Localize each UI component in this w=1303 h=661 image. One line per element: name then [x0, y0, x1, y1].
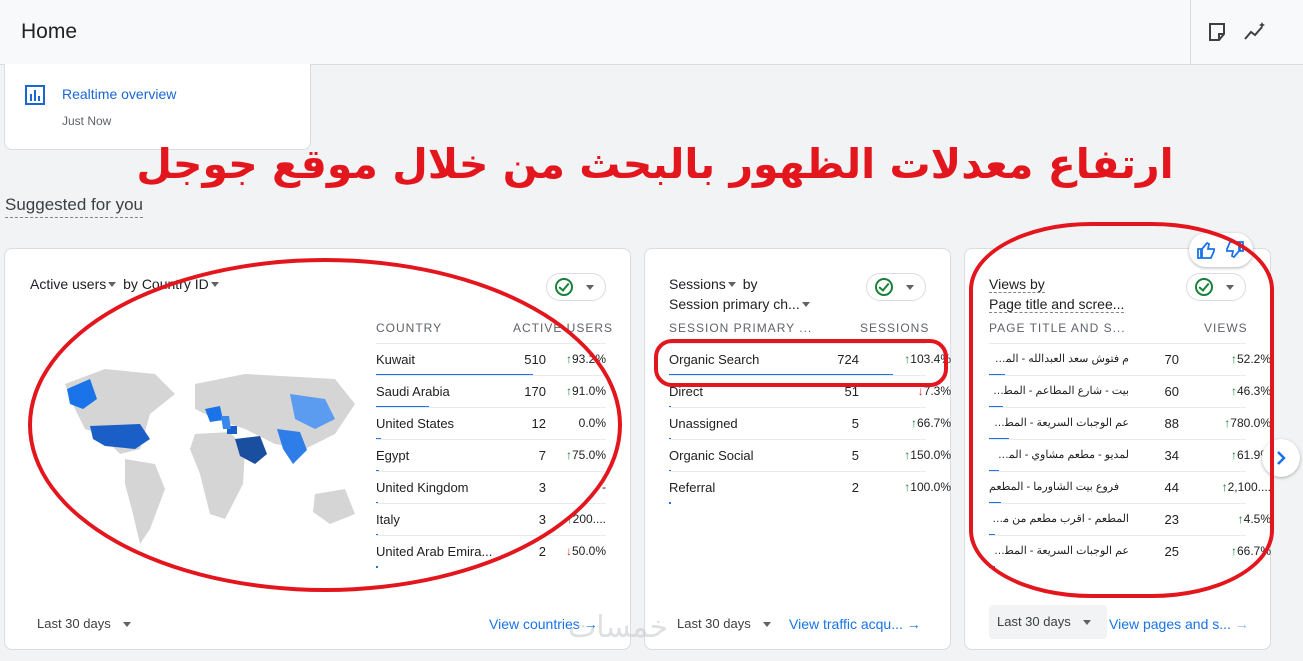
row-change-value: 200....	[572, 512, 606, 526]
realtime-overview-link[interactable]: Realtime overview	[62, 86, 176, 102]
row-change: ↑150.0%	[881, 448, 951, 462]
arrow-right-icon: →	[906, 616, 921, 632]
bar-chart-icon	[25, 85, 45, 105]
divider	[1190, 0, 1191, 64]
table-row[interactable]: Unassigned 5 ↑66.7%	[669, 407, 951, 440]
chevron-right-icon	[1277, 451, 1286, 465]
annotation-box-organic-search	[654, 339, 948, 387]
metric-label[interactable]: Active users	[30, 276, 106, 292]
arrow-right-icon: →	[1234, 616, 1249, 632]
chevron-down-icon	[108, 282, 117, 287]
card-metric-selector[interactable]: Sessions by Session primary ch...	[669, 274, 813, 314]
chevron-down-icon	[122, 622, 131, 628]
status-menu-button[interactable]	[546, 273, 606, 301]
date-range-selector[interactable]: Last 30 days	[37, 616, 131, 631]
check-circle-icon	[875, 278, 893, 296]
view-pages-label[interactable]: View pages and s...	[1109, 616, 1231, 632]
date-range-selector[interactable]: Last 30 days	[989, 605, 1107, 639]
notes-icon[interactable]	[1205, 20, 1229, 44]
row-change: ↑100.0%	[881, 480, 951, 494]
date-range-selector[interactable]: Last 30 days	[677, 616, 771, 631]
column-header-sessions[interactable]: SESSIONS	[860, 321, 929, 335]
by-label: by	[742, 276, 758, 292]
row-name[interactable]: Organic Social	[669, 448, 819, 463]
page-title: Home	[21, 20, 78, 43]
date-range-label[interactable]: Last 30 days	[37, 616, 111, 631]
table-row[interactable]: Organic Social 5 ↑150.0%	[669, 439, 951, 472]
row-bar	[669, 502, 671, 504]
realtime-timestamp: Just Now	[62, 114, 112, 128]
sessions-card: Sessions by Session primary ch... SESSIO…	[644, 248, 951, 650]
watermark: خمسات	[568, 610, 669, 645]
annotation-ellipse-pages	[969, 222, 1274, 598]
top-bar: Home	[0, 0, 1303, 65]
metric-label[interactable]: Sessions	[669, 276, 726, 292]
row-change-value: 150.0%	[910, 448, 951, 462]
row-value: 2	[851, 480, 859, 495]
annotation-headline: ارتفاع معدلات الظهور بالبحث من خلال موقع…	[136, 140, 1174, 188]
row-name[interactable]: Unassigned	[669, 416, 819, 431]
annotation-ellipse-countries	[28, 258, 622, 592]
insights-icon[interactable]	[1243, 20, 1267, 44]
status-menu-button[interactable]	[866, 273, 926, 301]
row-change-value: 50.0%	[571, 544, 606, 558]
row-change: ↓50.0%	[536, 544, 606, 558]
realtime-card[interactable]: Realtime overview Just Now	[4, 64, 311, 150]
view-traffic-link[interactable]: View traffic acqu... →	[789, 616, 921, 632]
row-change-value: 100.0%	[910, 480, 951, 494]
chevron-down-icon	[1082, 620, 1091, 626]
row-change: ↑66.7%	[881, 416, 951, 430]
chevron-down-icon	[762, 622, 771, 628]
row-value: 5	[851, 448, 859, 463]
table-row[interactable]: Referral 2 ↑100.0%	[669, 471, 951, 504]
dimension-label[interactable]: Session primary ch...	[669, 296, 800, 312]
row-name[interactable]: Referral	[669, 480, 819, 495]
view-countries-label[interactable]: View countries	[489, 616, 580, 632]
chevron-down-icon	[586, 285, 594, 290]
chevron-down-icon	[906, 285, 914, 290]
view-pages-link[interactable]: View pages and s... →	[1109, 616, 1249, 632]
column-header-session-channel[interactable]: SESSION PRIMARY ...	[669, 321, 812, 335]
view-traffic-label[interactable]: View traffic acqu...	[789, 616, 903, 632]
chevron-down-icon	[727, 282, 736, 287]
section-title: Suggested for you	[5, 195, 143, 218]
row-value: 5	[851, 416, 859, 431]
check-circle-icon	[555, 278, 573, 296]
row-change-value: 66.7%	[916, 416, 951, 430]
chevron-down-icon	[801, 302, 810, 307]
date-range-label[interactable]: Last 30 days	[997, 614, 1071, 629]
date-range-label[interactable]: Last 30 days	[677, 616, 751, 631]
